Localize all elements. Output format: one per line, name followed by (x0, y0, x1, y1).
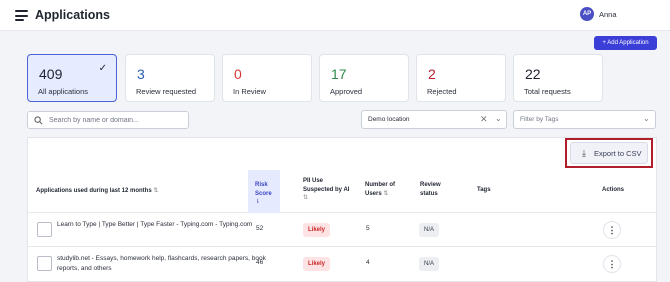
card-total-requests[interactable]: 22 Total requests (513, 54, 603, 102)
card-rejected[interactable]: 2 Rejected (416, 54, 506, 102)
header-users-label: Number of Users (365, 182, 395, 197)
clear-icon[interactable]: ✕ (480, 114, 488, 125)
sort-desc-icon: ⇂ (255, 199, 261, 205)
user-name: Anna (599, 9, 617, 19)
user-count: 5 (366, 225, 370, 232)
top-bar: Applications AP Anna (0, 0, 670, 31)
card-label: Total requests (524, 87, 571, 96)
sort-icon: ⇅ (383, 190, 389, 197)
sort-icon: ⇅ (303, 195, 309, 201)
header-pii[interactable]: PII Use Suspected by AI ⇅ (303, 177, 353, 203)
card-all-applications[interactable]: 409 ✓ All applications (27, 54, 117, 102)
card-count: 22 (525, 66, 541, 82)
pii-badge: Likely (303, 223, 331, 237)
sort-icon: ⇅ (153, 188, 159, 194)
header-risk-score[interactable]: Risk Score ⇂ (248, 170, 280, 213)
download-icon: ⤓ (582, 148, 586, 158)
review-status-badge: N/A (419, 223, 440, 237)
more-actions-icon[interactable]: ⋮ (603, 255, 621, 273)
header-pii-label: PII Use Suspected by AI (303, 178, 350, 193)
card-label: All applications (38, 87, 89, 96)
location-select[interactable]: Demo location ✕ ⌄ (361, 110, 507, 129)
card-count: 17 (331, 66, 347, 82)
header-risk-label: Risk Score (255, 182, 272, 197)
card-label: Approved (330, 87, 363, 96)
card-count: 3 (137, 66, 145, 82)
risk-score: 52 (256, 225, 264, 232)
header-tags: Tags (477, 187, 491, 193)
row-checkbox[interactable] (37, 222, 52, 237)
card-count: 409 (39, 66, 63, 82)
card-label: Review requested (136, 87, 197, 96)
header-review-status: Review status (420, 182, 441, 197)
card-count: 0 (234, 66, 242, 82)
card-approved[interactable]: 17 Approved (319, 54, 409, 102)
review-status-badge: N/A (419, 257, 440, 271)
header-users[interactable]: Number of Users ⇅ (365, 181, 407, 198)
card-label: Rejected (427, 87, 457, 96)
add-application-button[interactable]: + Add Application (594, 36, 657, 50)
card-label: In Review (233, 87, 266, 96)
risk-score: 46 (256, 259, 264, 266)
tags-filter-select[interactable]: Filter by Tags ⌄ (513, 110, 656, 129)
user-count: 4 (366, 259, 370, 266)
export-csv-label: Export to CSV (594, 149, 642, 158)
user-menu[interactable]: AP Anna (580, 7, 617, 21)
header-actions: Actions (602, 187, 625, 193)
header-applications-label: Applications used during last 12 months (36, 188, 152, 194)
search-icon (34, 116, 43, 125)
table-row[interactable]: studylib.net - Essays, homework help, fl… (27, 247, 657, 282)
search-input[interactable] (49, 114, 185, 127)
card-count: 2 (428, 66, 436, 82)
page-title: Applications (35, 8, 111, 22)
table-row[interactable]: Learn to Type | Type Better | Type Faste… (27, 213, 657, 247)
check-icon: ✓ (98, 63, 107, 74)
table-header: Applications used during last 12 months … (27, 170, 657, 213)
app-name: Learn to Type | Type Better | Type Faste… (57, 221, 253, 228)
row-checkbox[interactable] (37, 256, 52, 271)
pii-badge: Likely (303, 257, 331, 271)
export-csv-button[interactable]: ⤓ Export to CSV (570, 142, 648, 164)
avatar: AP (580, 7, 594, 21)
search-box[interactable] (27, 111, 189, 129)
card-in-review[interactable]: 0 In Review (222, 54, 312, 102)
hamburger-menu-icon[interactable] (15, 10, 28, 21)
more-actions-icon[interactable]: ⋮ (603, 221, 621, 239)
chevron-down-icon: ⌄ (495, 114, 502, 123)
tags-filter-placeholder: Filter by Tags (520, 116, 559, 123)
card-review-requested[interactable]: 3 Review requested (125, 54, 215, 102)
chevron-down-icon: ⌄ (643, 114, 650, 123)
location-value: Demo location (368, 116, 410, 123)
app-name: studylib.net - Essays, homework help, fl… (57, 255, 266, 272)
header-applications[interactable]: Applications used during last 12 months … (36, 187, 158, 196)
